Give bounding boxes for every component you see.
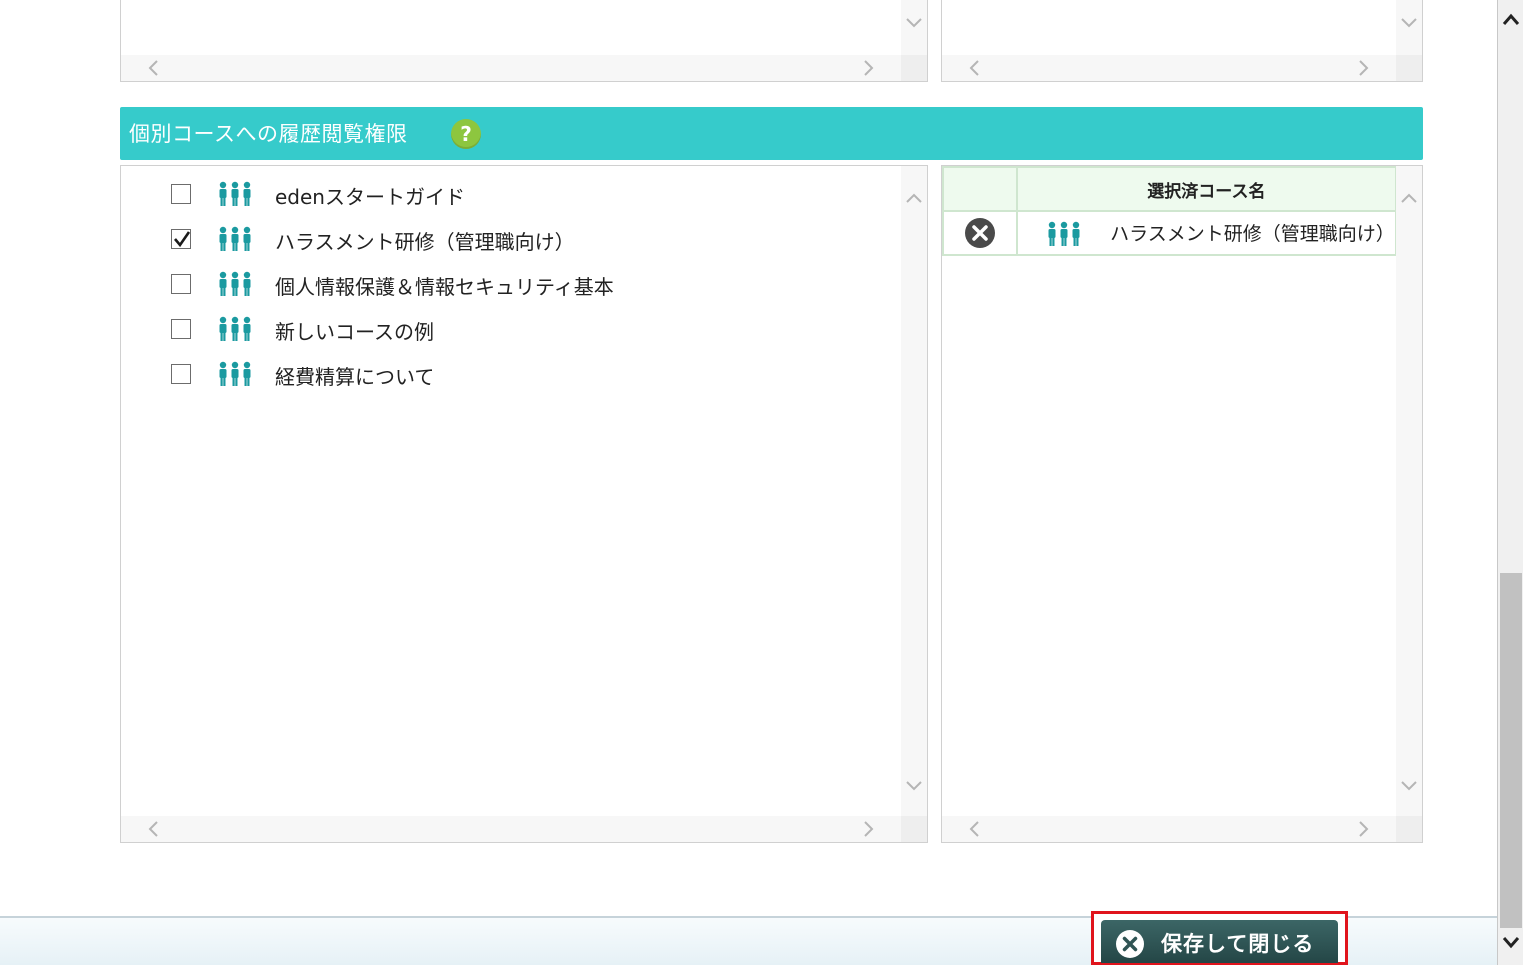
checkbox[interactable] [171, 184, 191, 204]
selected-courses-panel: 選択済コース名 ハラスメント研修（管理職向け） [941, 165, 1423, 843]
course-label: 新しいコースの例 [275, 320, 434, 344]
selected-course-cell: ハラスメント研修（管理職向け） [1016, 210, 1397, 256]
group-people-icon [217, 271, 253, 301]
selected-course-name-header: 選択済コース名 [1016, 166, 1397, 212]
chevron-down-icon[interactable] [1400, 776, 1418, 794]
course-list-item[interactable]: 新しいコースの例 [171, 313, 891, 353]
chevron-down-icon[interactable] [905, 13, 923, 31]
selected-courses-table: 選択済コース名 ハラスメント研修（管理職向け） [942, 166, 1397, 256]
upper-left-panel [120, 0, 928, 82]
chevron-right-icon[interactable] [859, 59, 877, 77]
upper-right-vscroll[interactable] [1396, 0, 1422, 55]
question-mark-icon[interactable]: ? [451, 119, 481, 149]
scroll-up-icon[interactable] [1501, 10, 1521, 30]
scroll-down-icon[interactable] [1501, 932, 1521, 952]
upper-right-panel [941, 0, 1423, 82]
group-people-icon [1048, 222, 1080, 247]
group-people-icon [217, 316, 253, 346]
course-list-vscroll[interactable] [901, 166, 927, 816]
chevron-left-icon[interactable] [145, 59, 163, 77]
group-people-icon [217, 181, 253, 211]
selected-courses-hscroll[interactable] [942, 816, 1396, 842]
remove-cell [942, 210, 1018, 256]
chevron-left-icon[interactable] [966, 820, 984, 838]
chevron-up-icon[interactable] [1400, 190, 1418, 208]
close-circle-icon [1116, 930, 1144, 958]
remove-column-header [942, 166, 1018, 212]
chevron-down-icon[interactable] [1400, 13, 1418, 31]
page-scrollbar[interactable] [1497, 0, 1523, 965]
course-label: 経費精算について [275, 365, 435, 389]
chevron-right-icon[interactable] [859, 820, 877, 838]
course-list-item[interactable]: edenスタートガイド [171, 178, 891, 218]
course-label: edenスタートガイド [275, 185, 465, 209]
group-people-icon [217, 361, 253, 391]
save-and-close-label: 保存して閉じる [1161, 932, 1315, 956]
course-list-item[interactable]: ハラスメント研修（管理職向け） [171, 223, 891, 263]
table-row: ハラスメント研修（管理職向け） [942, 210, 1397, 256]
remove-circle-icon[interactable] [964, 217, 996, 249]
course-list-item[interactable]: 個人情報保護＆情報セキュリティ基本 [171, 268, 891, 308]
save-and-close-button-face[interactable]: 保存して閉じる [1101, 920, 1338, 963]
upper-right-hscroll[interactable] [942, 55, 1396, 81]
checkbox[interactable] [171, 364, 191, 384]
selected-courses-vscroll[interactable] [1396, 166, 1422, 816]
chevron-right-icon[interactable] [1354, 820, 1372, 838]
chevron-down-icon[interactable] [905, 776, 923, 794]
checkbox[interactable] [171, 274, 191, 294]
save-and-close-button[interactable]: 保存して閉じる [1091, 911, 1348, 965]
checkbox-checked[interactable] [171, 229, 191, 249]
chevron-left-icon[interactable] [145, 820, 163, 838]
section-title: 個別コースへの履歴閲覧権限 [129, 122, 408, 146]
page-scroll-thumb[interactable] [1500, 573, 1522, 928]
checkbox[interactable] [171, 319, 191, 339]
group-people-icon [217, 226, 253, 256]
upper-left-hscroll[interactable] [121, 55, 901, 81]
course-label: 個人情報保護＆情報セキュリティ基本 [275, 275, 614, 299]
chevron-up-icon[interactable] [905, 190, 923, 208]
chevron-right-icon[interactable] [1354, 59, 1372, 77]
section-header: 個別コースへの履歴閲覧権限 ? [120, 107, 1423, 160]
course-list-hscroll[interactable] [121, 816, 901, 842]
selected-course-name: ハラスメント研修（管理職向け） [1110, 222, 1395, 245]
chevron-left-icon[interactable] [966, 59, 984, 77]
upper-left-vscroll[interactable] [901, 0, 927, 55]
course-label: ハラスメント研修（管理職向け） [275, 230, 575, 254]
course-list-panel: edenスタートガイドハラスメント研修（管理職向け） 個人情報保護＆情報セキュリテ… [120, 165, 928, 843]
course-list-item[interactable]: 経費精算について [171, 358, 891, 398]
